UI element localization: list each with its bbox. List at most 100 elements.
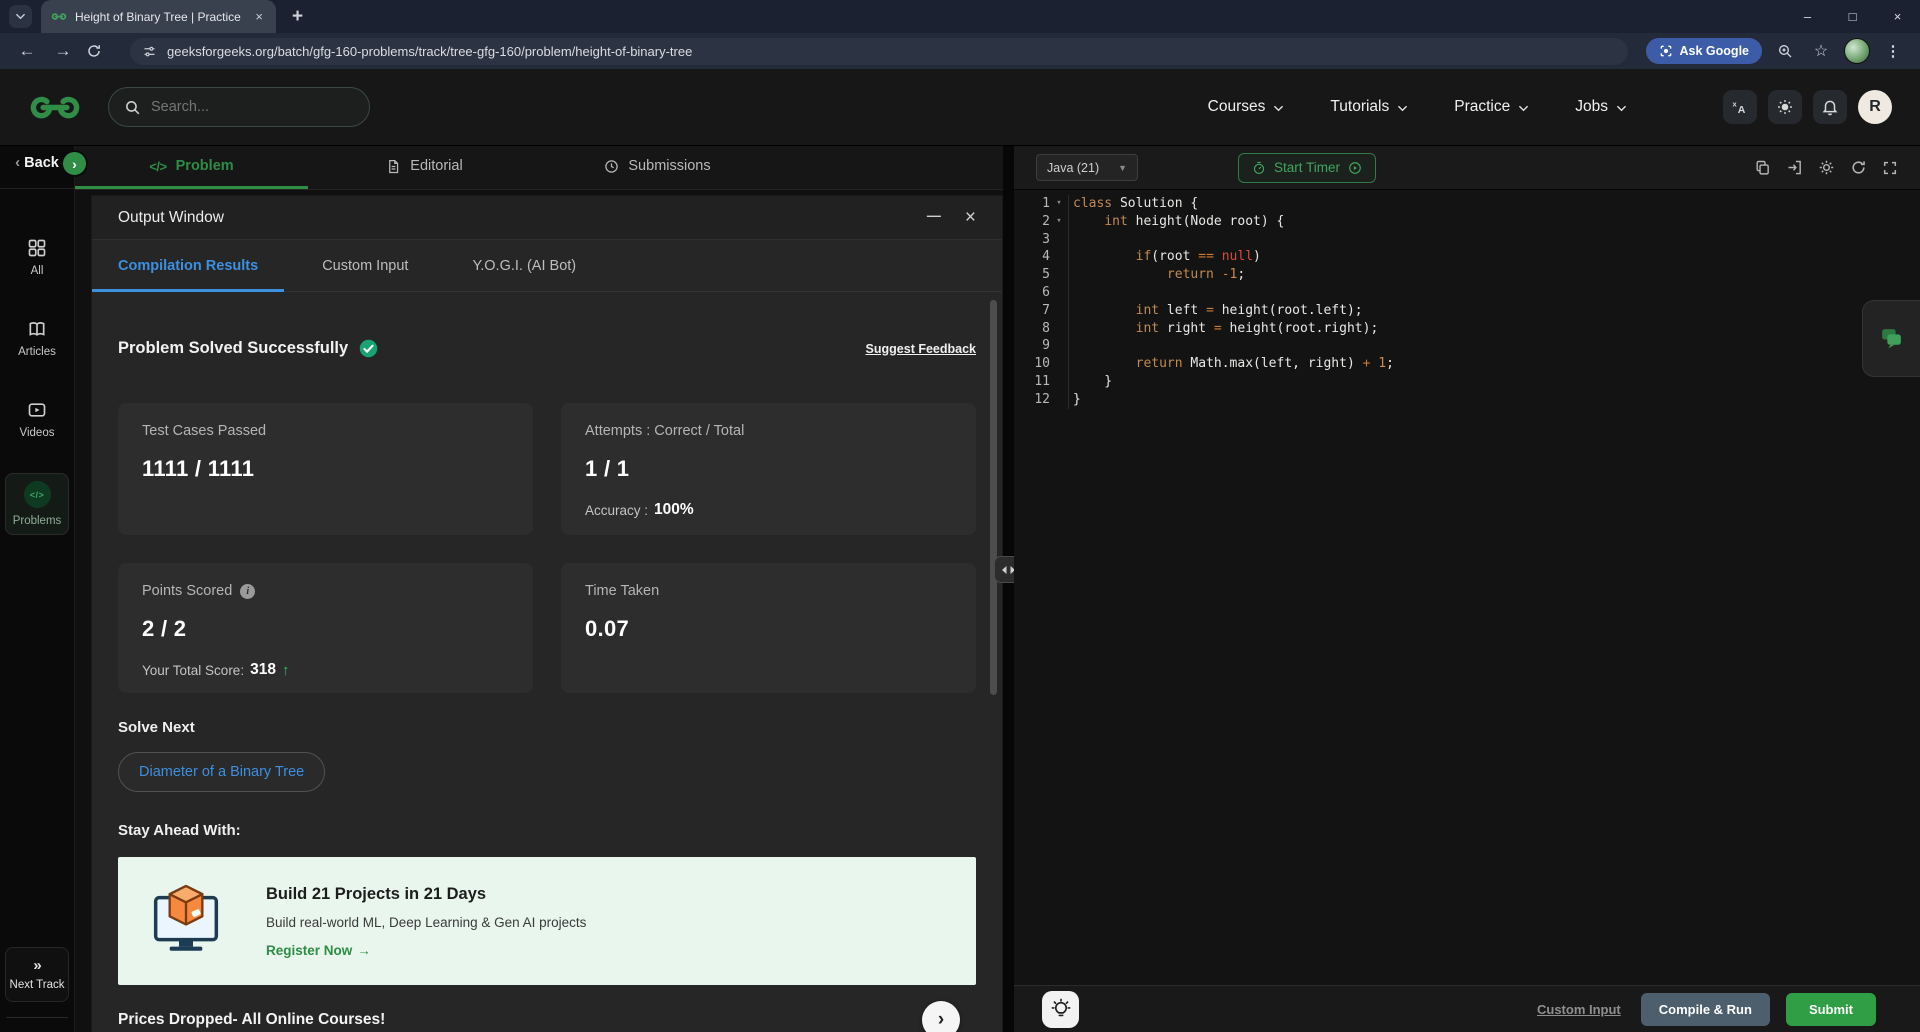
code-line[interactable]: 8 int right = height(root.right); — [1014, 320, 1920, 338]
nav-item-jobs[interactable]: Jobs — [1575, 98, 1627, 116]
sidebar-item-all[interactable]: All — [5, 230, 69, 285]
code-line[interactable]: 5 return -1; — [1014, 266, 1920, 284]
output-tab-y-o-g-i-ai-bot-[interactable]: Y.O.G.I. (AI Bot) — [446, 258, 602, 292]
import-code-icon[interactable] — [1786, 159, 1803, 176]
fold-caret-icon[interactable]: ▾ — [1050, 213, 1068, 231]
tab-submissions[interactable]: Submissions — [541, 146, 774, 189]
track-sidebar: ‹ Back AllArticlesVideos</>Problems » Ne… — [0, 146, 75, 1032]
sidebar-item-articles[interactable]: Articles — [5, 311, 69, 366]
browser-menu-icon[interactable]: ⋮ — [1880, 42, 1906, 60]
monitor-box-illustration — [144, 879, 228, 963]
fullscreen-icon[interactable] — [1882, 160, 1898, 176]
sidebar-item-videos[interactable]: Videos — [5, 392, 69, 447]
arrow-right-icon: → — [357, 943, 371, 958]
nav-item-courses[interactable]: Courses — [1208, 98, 1285, 116]
code-line[interactable]: 3 — [1014, 231, 1920, 249]
next-track-button[interactable]: » Next Track — [5, 947, 69, 1002]
chat-bubbles-icon — [1878, 325, 1905, 352]
start-timer-button[interactable]: Start Timer — [1238, 153, 1376, 183]
output-tab-compilation-results[interactable]: Compilation Results — [92, 258, 284, 292]
test-cases-value: 1111 / 1111 — [142, 456, 509, 482]
custom-input-link[interactable]: Custom Input — [1537, 1002, 1621, 1017]
score-up-arrow-icon: ↑ — [282, 662, 290, 679]
svg-text:A: A — [1738, 104, 1746, 116]
suggest-feedback-link[interactable]: Suggest Feedback — [866, 342, 976, 356]
code-line[interactable]: 10 return Math.max(left, right) + 1; — [1014, 355, 1920, 373]
tab-close-icon[interactable]: × — [252, 9, 266, 24]
code-line[interactable]: 2▾ int height(Node root) { — [1014, 213, 1920, 231]
chevron-down-icon — [1273, 103, 1284, 114]
site-search[interactable] — [108, 87, 370, 127]
browser-profile-avatar[interactable] — [1844, 38, 1870, 64]
address-bar[interactable]: geeksforgeeks.org/batch/gfg-160-problems… — [130, 38, 1628, 65]
promo-banner[interactable]: Build 21 Projects in 21 Days Build real-… — [118, 857, 976, 985]
output-tab-custom-input[interactable]: Custom Input — [296, 258, 434, 292]
close-icon[interactable]: × — [965, 207, 976, 229]
reset-code-icon[interactable] — [1850, 159, 1867, 176]
ask-google-button[interactable]: Ask Google — [1646, 38, 1762, 64]
courses-promo-text: Prices Dropped- All Online Courses! — [118, 1011, 385, 1029]
fold-caret-icon — [1050, 373, 1068, 391]
code-line[interactable]: 11 } — [1014, 373, 1920, 391]
output-scrollbar[interactable] — [990, 300, 997, 695]
url-text: geeksforgeeks.org/batch/gfg-160-problems… — [167, 44, 692, 59]
tab-problem[interactable]: </>Problem — [75, 146, 308, 189]
bookmark-star-icon[interactable]: ☆ — [1808, 41, 1834, 61]
notifications-bell-icon[interactable] — [1813, 90, 1847, 124]
editor-footer: Custom Input Compile & Run Submit — [1014, 985, 1920, 1032]
theme-toggle-sun-icon[interactable] — [1768, 90, 1802, 124]
video-icon — [27, 400, 47, 420]
code-line[interactable]: 4 if(root == null) — [1014, 248, 1920, 266]
compile-run-button[interactable]: Compile & Run — [1641, 993, 1770, 1026]
panel-divider[interactable] — [1003, 146, 1014, 1032]
problem-tabs: </>ProblemEditorialSubmissions — [75, 146, 1003, 190]
gfg-logo[interactable] — [28, 94, 82, 121]
grid-icon — [27, 238, 47, 258]
chevron-down-icon — [1397, 103, 1408, 114]
minimize-icon[interactable]: — — [927, 207, 941, 223]
code-editor[interactable]: 1▾class Solution {2▾ int height(Node roo… — [1014, 190, 1920, 985]
code-line[interactable]: 6 — [1014, 284, 1920, 302]
tab-search-chevron-icon[interactable] — [9, 5, 32, 28]
browser-tab[interactable]: Height of Binary Tree | Practice × — [41, 0, 276, 33]
browser-tab-strip: Height of Binary Tree | Practice × + – □… — [0, 0, 1920, 33]
submit-button[interactable]: Submit — [1786, 993, 1876, 1026]
copy-icon[interactable] — [1754, 159, 1771, 176]
fold-caret-icon — [1050, 355, 1068, 373]
fold-caret-icon[interactable]: ▾ — [1050, 195, 1068, 213]
banner-title: Build 21 Projects in 21 Days — [266, 885, 586, 904]
sidebar-item-problems[interactable]: </>Problems — [5, 473, 69, 535]
new-tab-button[interactable]: + — [292, 6, 303, 28]
user-avatar[interactable]: R — [1858, 90, 1892, 124]
reload-icon[interactable] — [86, 43, 112, 59]
zoom-icon[interactable] — [1772, 43, 1798, 59]
window-close-icon[interactable]: × — [1875, 0, 1920, 33]
solve-next-problem-button[interactable]: Diameter of a Binary Tree — [118, 752, 325, 792]
code-line[interactable]: 1▾class Solution { — [1014, 195, 1920, 213]
code-line[interactable]: 9 — [1014, 337, 1920, 355]
fold-caret-icon — [1050, 248, 1068, 266]
nav-item-practice[interactable]: Practice — [1454, 98, 1529, 116]
site-settings-icon[interactable] — [142, 44, 157, 59]
accuracy-value: 100% — [654, 501, 694, 519]
sidebar-expand-button[interactable]: › — [61, 150, 88, 177]
info-icon[interactable]: i — [240, 584, 255, 599]
forward-icon[interactable]: → — [50, 41, 76, 61]
settings-icon[interactable] — [1818, 159, 1835, 176]
code-line[interactable]: 7 int left = height(root.left); — [1014, 302, 1920, 320]
time-taken-card: Time Taken 0.07 — [561, 563, 976, 693]
chat-fab[interactable] — [1862, 300, 1920, 377]
window-minimize-icon[interactable]: – — [1785, 0, 1830, 33]
back-icon[interactable]: ← — [14, 41, 40, 61]
nav-item-tutorials[interactable]: Tutorials — [1330, 98, 1408, 116]
register-now-link[interactable]: Register Now → — [266, 943, 586, 958]
tab-editorial[interactable]: Editorial — [308, 146, 541, 189]
search-input[interactable] — [151, 99, 331, 115]
window-maximize-icon[interactable]: □ — [1830, 0, 1875, 33]
fold-caret-icon — [1050, 391, 1068, 409]
translate-icon[interactable]: xA — [1723, 90, 1757, 124]
promo-next-button[interactable]: › — [922, 1001, 960, 1032]
code-line[interactable]: 12} — [1014, 391, 1920, 409]
language-selector[interactable]: Java (21) ▼ — [1036, 154, 1138, 181]
hints-bulb-icon[interactable] — [1042, 991, 1079, 1028]
